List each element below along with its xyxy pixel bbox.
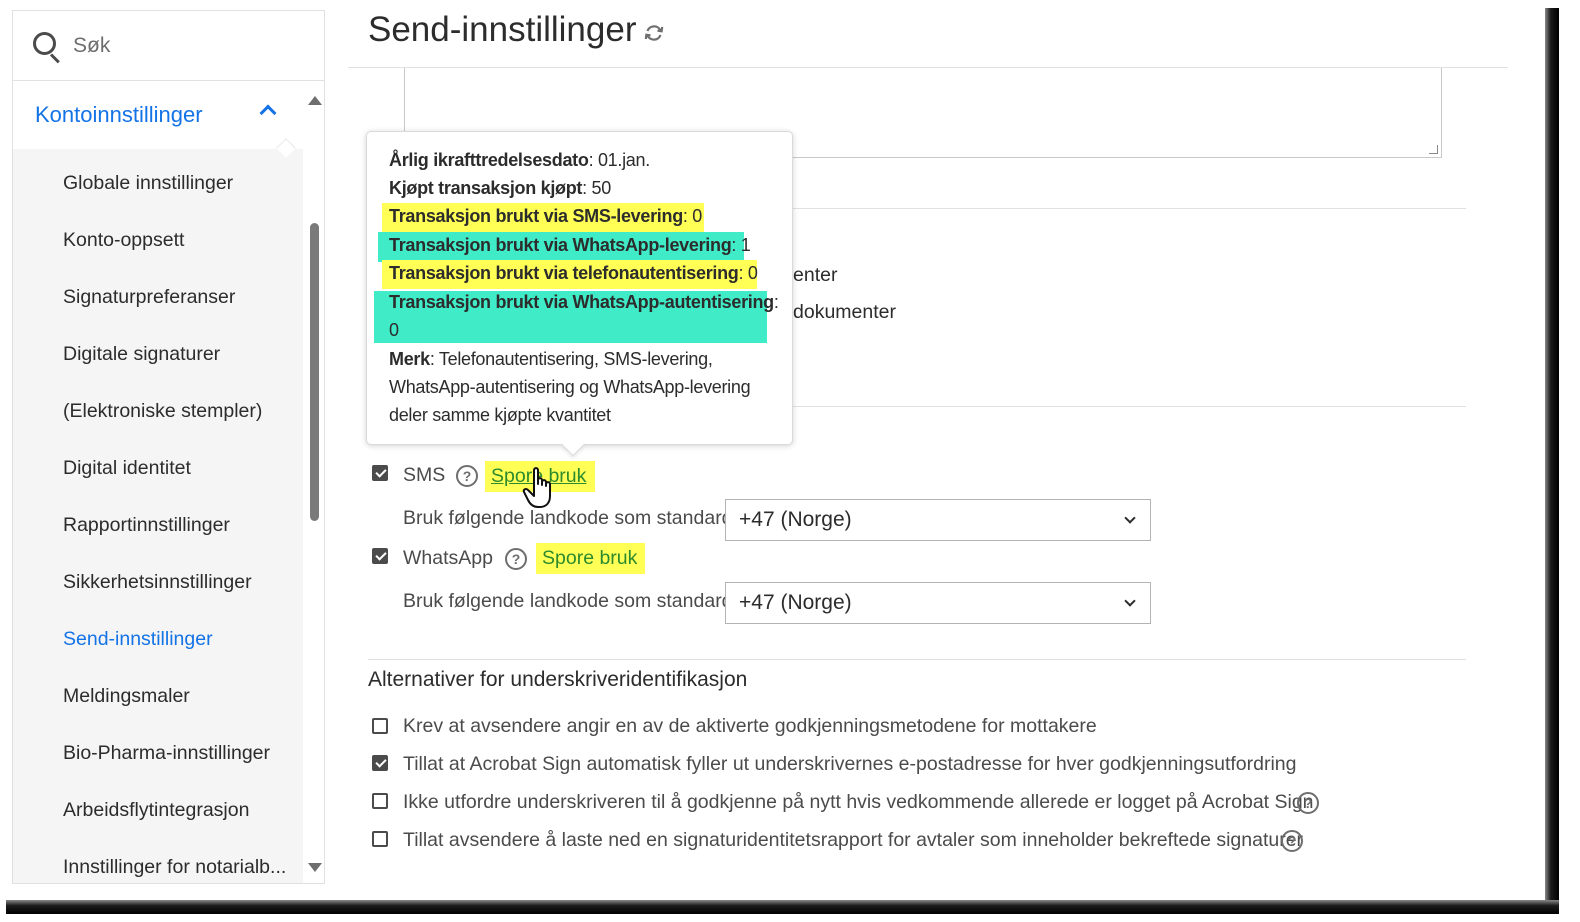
option-label-identity-report: Tillat avsendere å laste ned en signatur… — [403, 829, 1304, 851]
sidebar-item-digitale-signaturer[interactable]: Digitale signaturer — [63, 343, 220, 366]
sidebar-item-sikkerhetsinnstillinger[interactable]: Sikkerhetsinnstillinger — [63, 571, 252, 594]
partially-hidden-text: enter — [793, 264, 838, 286]
tooltip-note-line: deler samme kjøpte kvantitet — [389, 405, 611, 425]
whatsapp-country-label: Bruk følgende landkode som standard: — [403, 590, 738, 612]
option-checkbox-no-reauth[interactable] — [372, 793, 388, 809]
option-label-no-reauth: Ikke utfordre underskriveren til å godkj… — [403, 791, 1314, 813]
sidebar-item-elektroniske-stempler[interactable]: (Elektroniske stempler) — [63, 400, 262, 423]
section-title: Kontoinnstillinger — [35, 102, 203, 127]
search-bar — [13, 11, 324, 81]
option-checkbox-require-auth[interactable] — [372, 718, 388, 734]
tooltip-line-whatsapp-delivery: Transaksjon brukt via WhatsApp-levering:… — [389, 235, 751, 255]
option-label-autofill-email: Tillat at Acrobat Sign automatisk fyller… — [403, 753, 1297, 775]
tooltip-note: Merk: Telefonautentisering, SMS-levering… — [389, 349, 713, 369]
whatsapp-country-select[interactable]: +47 (Norge) — [725, 582, 1151, 624]
chevron-up-icon — [259, 104, 277, 122]
whatsapp-checkbox[interactable] — [372, 548, 388, 564]
whatsapp-country-value: +47 (Norge) — [739, 591, 852, 614]
scrollbar-thumb[interactable] — [310, 223, 319, 521]
sidebar-item-arbeidsflytintegrasjon[interactable]: Arbeidsflytintegrasjon — [63, 799, 249, 822]
tooltip-line-effective-date: Årlig ikrafttredelsesdato: 01.jan. — [389, 150, 650, 170]
sms-checkbox[interactable] — [372, 465, 388, 481]
whatsapp-track-usage-link[interactable]: Spore bruk — [536, 543, 645, 574]
sidebar-nav-list: Globale innstillinger Konto-oppsett Sign… — [13, 149, 303, 883]
tooltip-line-purchased: Kjøpt transaksjon kjøpt: 50 — [389, 178, 611, 198]
option-checkbox-identity-report[interactable] — [372, 831, 388, 847]
partially-hidden-text: dokumenter — [793, 301, 896, 323]
help-icon[interactable]: ? — [456, 465, 478, 487]
sidebar-item-rapportinnstillinger[interactable]: Rapportinnstillinger — [63, 514, 230, 537]
sidebar-item-meldingsmaler[interactable]: Meldingsmaler — [63, 685, 190, 708]
search-input[interactable] — [73, 33, 293, 58]
tooltip-line-whatsapp-auth: Transaksjon brukt via WhatsApp-autentise… — [389, 292, 779, 312]
sms-label: SMS — [403, 464, 446, 486]
hand-cursor-icon — [522, 467, 551, 508]
section-header-kontoinnstillinger[interactable]: Kontoinnstillinger — [13, 82, 303, 148]
sms-country-label: Bruk følgende landkode som standard: — [403, 507, 738, 529]
frame-shadow — [1545, 8, 1559, 912]
sidebar-item-send-innstillinger[interactable]: Send-innstillinger — [63, 628, 213, 651]
sidebar-item-konto-oppsett[interactable]: Konto-oppsett — [63, 229, 184, 252]
tooltip-line-phone-auth: Transaksjon brukt via telefonautentiseri… — [389, 263, 758, 283]
sidebar-item-globale-innstillinger[interactable]: Globale innstillinger — [63, 172, 233, 195]
option-label-require-auth: Krev at avsendere angir en av de aktiver… — [403, 715, 1097, 737]
page-title: Send-innstillinger — [368, 10, 637, 49]
option-checkbox-autofill-email[interactable] — [372, 755, 388, 771]
whatsapp-label: WhatsApp — [403, 547, 493, 569]
help-icon[interactable]: ? — [1281, 830, 1303, 852]
divider — [368, 659, 1466, 660]
refresh-icon[interactable] — [643, 22, 665, 44]
search-icon — [31, 30, 63, 63]
tooltip-line-sms-delivery: Transaksjon brukt via SMS-levering: 0 — [389, 206, 703, 226]
chevron-down-icon — [1124, 595, 1136, 607]
sidebar-item-notarialbekreftelse[interactable]: Innstillinger for notarialb... — [63, 856, 286, 879]
help-icon[interactable]: ? — [505, 548, 527, 570]
sidebar-item-digital-identitet[interactable]: Digital identitet — [63, 457, 191, 480]
resize-grip-icon[interactable] — [1429, 145, 1438, 154]
sms-country-value: +47 (Norge) — [739, 508, 852, 531]
scroll-down-arrow-icon[interactable] — [308, 863, 322, 872]
sidebar-item-bio-pharma[interactable]: Bio-Pharma-innstillinger — [63, 742, 270, 765]
scroll-up-arrow-icon[interactable] — [308, 96, 322, 105]
frame-shadow — [6, 900, 1559, 914]
sidebar-item-signaturpreferanser[interactable]: Signaturpreferanser — [63, 286, 235, 309]
tooltip-line-whatsapp-auth-value: 0 — [389, 320, 399, 340]
chevron-down-icon — [1124, 512, 1136, 524]
help-icon[interactable]: ? — [1297, 792, 1319, 814]
tooltip-note-line: WhatsApp-autentisering og WhatsApp-lever… — [389, 377, 751, 397]
section-heading-signer-id: Alternativer for underskriveridentifikas… — [368, 668, 748, 691]
sms-country-select[interactable]: +47 (Norge) — [725, 499, 1151, 541]
sidebar: Kontoinnstillinger Globale innstillinger… — [12, 10, 325, 884]
